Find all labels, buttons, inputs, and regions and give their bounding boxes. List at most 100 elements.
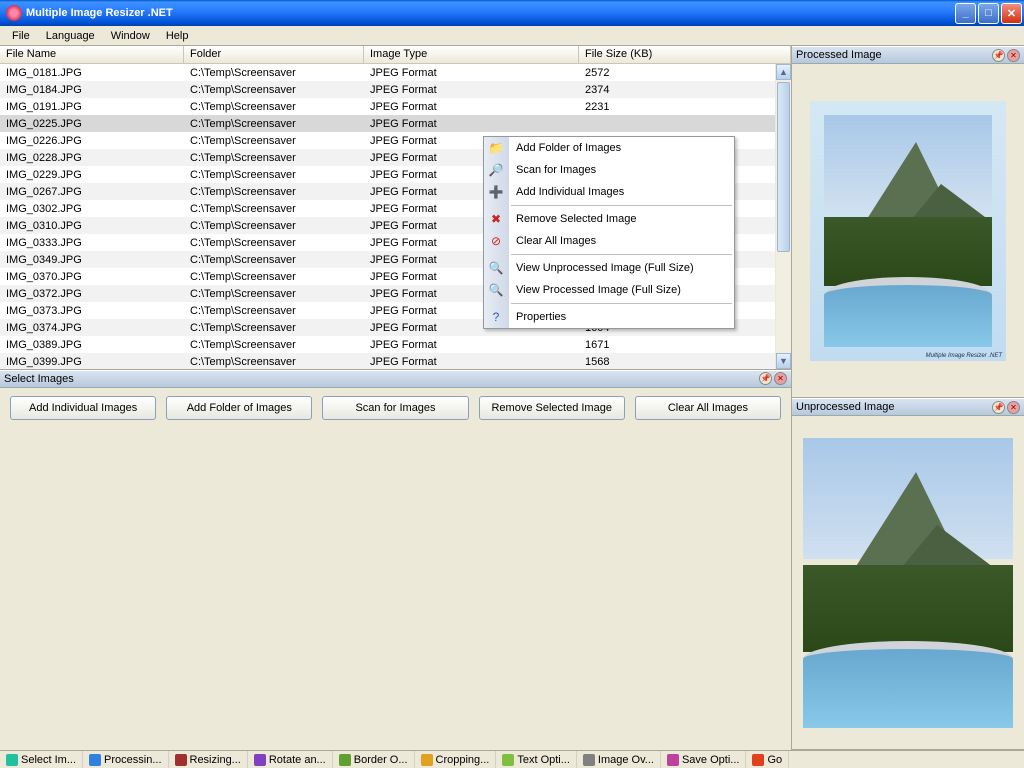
- ctx-scan[interactable]: 🔎Scan for Images: [484, 159, 734, 181]
- select-images-header: Select Images 📌 ✕: [0, 370, 791, 388]
- add-individual-button[interactable]: Add Individual Images: [10, 396, 156, 420]
- col-filename[interactable]: File Name: [0, 46, 184, 63]
- add-folder-button[interactable]: Add Folder of Images: [166, 396, 312, 420]
- col-size[interactable]: File Size (KB): [579, 46, 791, 63]
- tab-button[interactable]: Go: [746, 751, 789, 768]
- tab-icon: [339, 754, 351, 766]
- cell-name: IMG_0373.JPG: [0, 305, 184, 317]
- help-icon: ?: [488, 309, 504, 325]
- cell-type: JPEG Format: [364, 101, 579, 113]
- cell-folder: C:\Temp\Screensaver: [184, 135, 364, 147]
- cell-folder: C:\Temp\Screensaver: [184, 101, 364, 113]
- tab-label: Select Im...: [21, 754, 76, 766]
- ctx-add-folder[interactable]: 📁Add Folder of Images: [484, 137, 734, 159]
- cell-folder: C:\Temp\Screensaver: [184, 220, 364, 232]
- scan-button[interactable]: Scan for Images: [322, 396, 468, 420]
- cell-name: IMG_0191.JPG: [0, 101, 184, 113]
- ctx-remove-selected[interactable]: ✖Remove Selected Image: [484, 208, 734, 230]
- table-row[interactable]: IMG_0225.JPGC:\Temp\ScreensaverJPEG Form…: [0, 115, 775, 132]
- ctx-view-unprocessed[interactable]: 🔍View Unprocessed Image (Full Size): [484, 257, 734, 279]
- cell-folder: C:\Temp\Screensaver: [184, 322, 364, 334]
- pin-icon[interactable]: 📌: [992, 49, 1005, 62]
- cell-folder: C:\Temp\Screensaver: [184, 152, 364, 164]
- remove-icon: ✖: [488, 211, 504, 227]
- tab-button[interactable]: Rotate an...: [248, 751, 333, 768]
- scroll-up-button[interactable]: ▲: [776, 64, 791, 80]
- cell-name: IMG_0374.JPG: [0, 322, 184, 334]
- close-panel-icon[interactable]: ✕: [1007, 401, 1020, 414]
- tab-button[interactable]: Save Opti...: [661, 751, 746, 768]
- tab-icon: [175, 754, 187, 766]
- processed-title: Processed Image: [796, 49, 882, 61]
- clear-all-button[interactable]: Clear All Images: [635, 396, 781, 420]
- cell-name: IMG_0349.JPG: [0, 254, 184, 266]
- vertical-scrollbar[interactable]: ▲ ▼: [775, 64, 791, 369]
- cell-name: IMG_0372.JPG: [0, 288, 184, 300]
- tab-button[interactable]: Resizing...: [169, 751, 248, 768]
- cell-folder: C:\Temp\Screensaver: [184, 254, 364, 266]
- unprocessed-image[interactable]: [803, 438, 1013, 728]
- select-images-toolbar: Add Individual Images Add Folder of Imag…: [0, 388, 791, 428]
- cell-folder: C:\Temp\Screensaver: [184, 84, 364, 96]
- col-folder[interactable]: Folder: [184, 46, 364, 63]
- menu-window[interactable]: Window: [103, 28, 158, 44]
- cell-folder: C:\Temp\Screensaver: [184, 67, 364, 79]
- tab-icon: [254, 754, 266, 766]
- close-button[interactable]: ✕: [1001, 3, 1022, 24]
- cell-folder: C:\Temp\Screensaver: [184, 339, 364, 351]
- cell-type: JPEG Format: [364, 339, 579, 351]
- tab-button[interactable]: Image Ov...: [577, 751, 661, 768]
- tab-label: Processin...: [104, 754, 161, 766]
- select-images-title: Select Images: [4, 373, 74, 385]
- close-panel-icon[interactable]: ✕: [1007, 49, 1020, 62]
- tab-label: Text Opti...: [517, 754, 570, 766]
- cell-type: JPEG Format: [364, 84, 579, 96]
- tab-icon: [6, 754, 18, 766]
- table-row[interactable]: IMG_0389.JPGC:\Temp\ScreensaverJPEG Form…: [0, 336, 775, 353]
- cell-name: IMG_0389.JPG: [0, 339, 184, 351]
- cell-name: IMG_0229.JPG: [0, 169, 184, 181]
- app-icon: [6, 5, 22, 21]
- table-row[interactable]: IMG_0399.JPGC:\Temp\ScreensaverJPEG Form…: [0, 353, 775, 369]
- ctx-view-processed[interactable]: 🔍View Processed Image (Full Size): [484, 279, 734, 301]
- close-panel-icon[interactable]: ✕: [774, 372, 787, 385]
- tab-button[interactable]: Border O...: [333, 751, 415, 768]
- cell-folder: C:\Temp\Screensaver: [184, 203, 364, 215]
- pin-icon[interactable]: 📌: [759, 372, 772, 385]
- table-row[interactable]: IMG_0191.JPGC:\Temp\ScreensaverJPEG Form…: [0, 98, 775, 115]
- cell-name: IMG_0181.JPG: [0, 67, 184, 79]
- cell-folder: C:\Temp\Screensaver: [184, 169, 364, 181]
- ctx-clear-all[interactable]: ⊘Clear All Images: [484, 230, 734, 252]
- remove-selected-button[interactable]: Remove Selected Image: [479, 396, 625, 420]
- watermark-text: Multiple Image Resizer .NET: [926, 353, 1002, 359]
- tab-button[interactable]: Processin...: [83, 751, 168, 768]
- magnifier-icon: 🔍: [488, 282, 504, 298]
- scan-icon: 🔎: [488, 162, 504, 178]
- menu-file[interactable]: File: [4, 28, 38, 44]
- menu-language[interactable]: Language: [38, 28, 103, 44]
- ctx-add-individual[interactable]: ➕Add Individual Images: [484, 181, 734, 203]
- tab-button[interactable]: Cropping...: [415, 751, 497, 768]
- cell-type: JPEG Format: [364, 356, 579, 368]
- menu-help[interactable]: Help: [158, 28, 197, 44]
- tab-button[interactable]: Text Opti...: [496, 751, 577, 768]
- cell-name: IMG_0225.JPG: [0, 118, 184, 130]
- table-row[interactable]: IMG_0181.JPGC:\Temp\ScreensaverJPEG Form…: [0, 64, 775, 81]
- cell-name: IMG_0333.JPG: [0, 237, 184, 249]
- col-type[interactable]: Image Type: [364, 46, 579, 63]
- context-menu: 📁Add Folder of Images 🔎Scan for Images ➕…: [483, 136, 735, 329]
- tab-button[interactable]: Select Im...: [0, 751, 83, 768]
- titlebar[interactable]: Multiple Image Resizer .NET _ □ ✕: [0, 0, 1024, 26]
- scroll-down-button[interactable]: ▼: [776, 353, 791, 369]
- scroll-thumb[interactable]: [777, 82, 790, 252]
- tab-icon: [583, 754, 595, 766]
- table-row[interactable]: IMG_0184.JPGC:\Temp\ScreensaverJPEG Form…: [0, 81, 775, 98]
- ctx-properties[interactable]: ?Properties: [484, 306, 734, 328]
- processed-image[interactable]: Multiple Image Resizer .NET: [810, 101, 1006, 361]
- pin-icon[interactable]: 📌: [992, 401, 1005, 414]
- minimize-button[interactable]: _: [955, 3, 976, 24]
- clear-icon: ⊘: [488, 233, 504, 249]
- cell-size: 2374: [579, 84, 775, 96]
- tab-label: Rotate an...: [269, 754, 326, 766]
- maximize-button[interactable]: □: [978, 3, 999, 24]
